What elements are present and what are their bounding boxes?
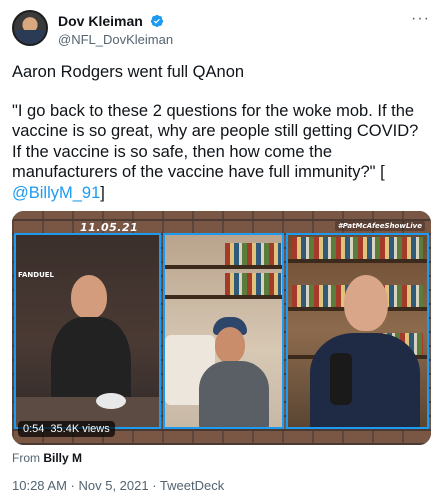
video-stats: 0:54 35.4K views bbox=[18, 421, 115, 437]
attribution-prefix: From bbox=[12, 451, 40, 465]
video-hashtag-overlay: #PatMcAfeeShowLive bbox=[334, 221, 425, 231]
video-panel-right bbox=[286, 233, 429, 429]
video-panel-left bbox=[14, 233, 161, 429]
video-attribution: From Billy M bbox=[12, 451, 82, 465]
guest-figure bbox=[195, 317, 275, 427]
tweet-text-line-1: Aaron Rodgers went full QAnon bbox=[12, 63, 245, 81]
author-display-name[interactable]: Dov Kleiman bbox=[58, 13, 143, 30]
video-views: 35.4K views bbox=[50, 423, 110, 435]
tweet-header: Dov Kleiman @NFL_DovKleiman ··· bbox=[12, 10, 432, 50]
video-player[interactable]: 11.05.21 #PatMcAfeeShowLive FANDUEL 0:54… bbox=[12, 211, 431, 445]
tweet-meta[interactable]: 10:28 AM · Nov 5, 2021 · TweetDeck bbox=[12, 478, 224, 493]
tweet-quote-end: ] bbox=[100, 183, 105, 202]
tweet-card: Dov Kleiman @NFL_DovKleiman ··· Aaron Ro… bbox=[0, 0, 444, 500]
verified-badge-icon bbox=[151, 14, 164, 28]
tweet-text-quote: "I go back to these 2 questions for the … bbox=[12, 101, 432, 204]
more-options-icon[interactable]: ··· bbox=[411, 10, 430, 28]
sponsor-overlay: FANDUEL bbox=[18, 271, 54, 279]
football-helmet bbox=[96, 393, 126, 409]
video-date-overlay: 11.05.21 bbox=[80, 221, 139, 234]
tweet-text: Aaron Rodgers went full QAnon "I go back… bbox=[12, 62, 432, 221]
mention-link[interactable]: @BillyM_91 bbox=[12, 184, 100, 202]
attribution-name[interactable]: Billy M bbox=[43, 451, 82, 465]
cohost-figure bbox=[310, 275, 420, 427]
microphone bbox=[330, 353, 352, 405]
video-time: 0:54 bbox=[23, 423, 45, 435]
avatar[interactable] bbox=[12, 10, 48, 46]
tweet-quote-text: "I go back to these 2 questions for the … bbox=[12, 101, 419, 182]
author-names: Dov Kleiman @NFL_DovKleiman bbox=[58, 13, 173, 48]
video-panel-center bbox=[163, 233, 284, 429]
author-handle[interactable]: @NFL_DovKleiman bbox=[58, 32, 173, 48]
